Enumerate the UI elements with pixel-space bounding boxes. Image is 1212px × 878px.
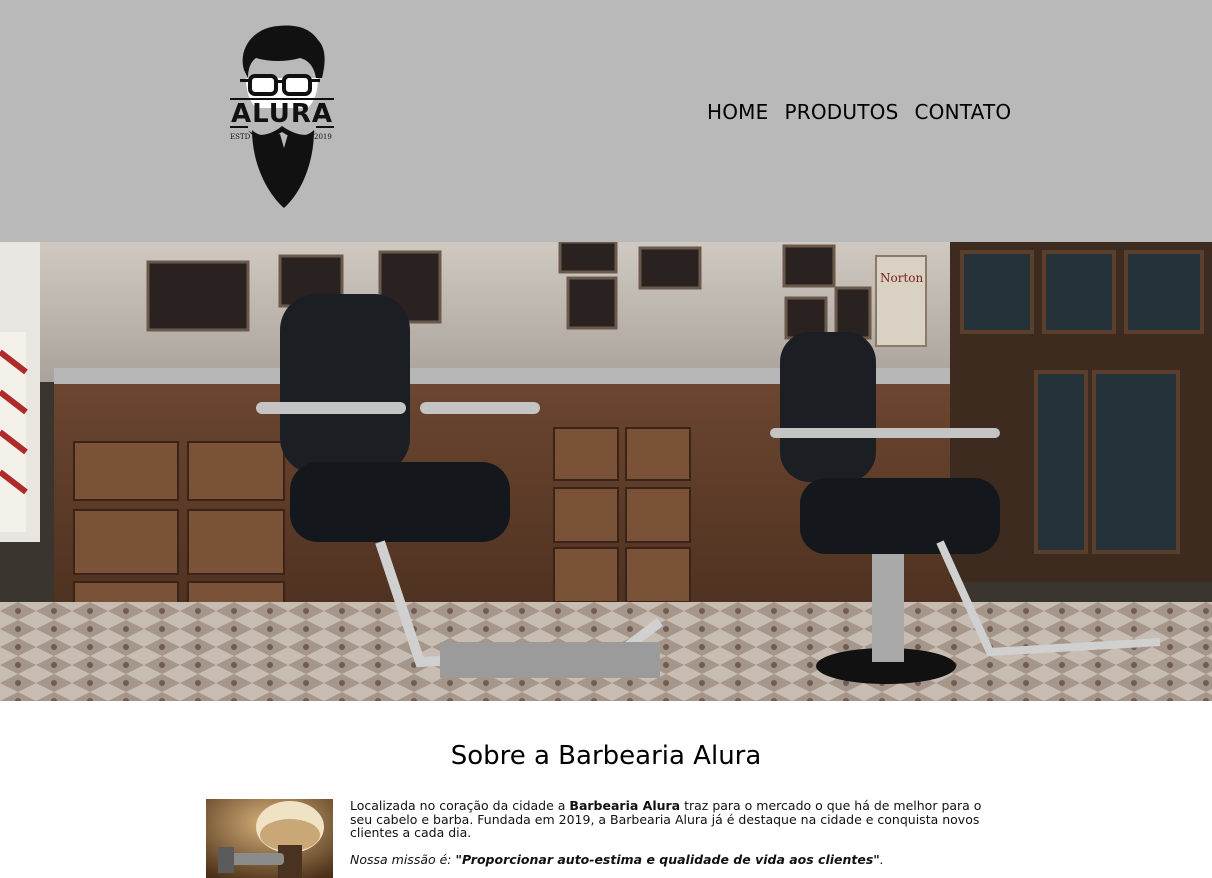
logo-brand-text: ALURA [230, 99, 334, 129]
mission-end: . [879, 851, 884, 867]
barbershop-interior-photo: Norton [0, 242, 1212, 701]
about-image [206, 799, 333, 878]
about-text: Localizada no coração da cidade a Barbea… [350, 799, 1006, 878]
main-nav: HOME PRODUTOS CONTATO [707, 98, 1011, 126]
about-section: Sobre a Barbearia Alura Localizada no co… [206, 701, 1006, 878]
mission-quote: "Proporcionar auto-estima e qualidade de… [455, 851, 880, 867]
logo-year-text: 2019 [314, 133, 332, 141]
mission-label: Nossa missão é: [350, 851, 456, 867]
nav-home-link[interactable]: HOME [707, 98, 768, 126]
alura-logo[interactable]: ALURA ESTD 2019 [226, 22, 338, 212]
banner-image: Norton [0, 242, 1212, 701]
nav-produtos-link[interactable]: PRODUTOS [784, 98, 898, 126]
nav-contato-link[interactable]: CONTATO [914, 98, 1011, 126]
shaving-brush-and-razor-photo [206, 799, 333, 878]
site-header: ALURA ESTD 2019 HOME PRODUTOS CONTATO [0, 0, 1212, 242]
about-title: Sobre a Barbearia Alura [450, 741, 762, 771]
about-paragraph: Localizada no coração da cidade a Barbea… [350, 799, 1006, 840]
norton-sign-text: Norton [880, 271, 924, 285]
mission-paragraph: Nossa missão é: "Proporcionar auto-estim… [350, 851, 1006, 867]
logo-estd-text: ESTD [230, 133, 251, 141]
